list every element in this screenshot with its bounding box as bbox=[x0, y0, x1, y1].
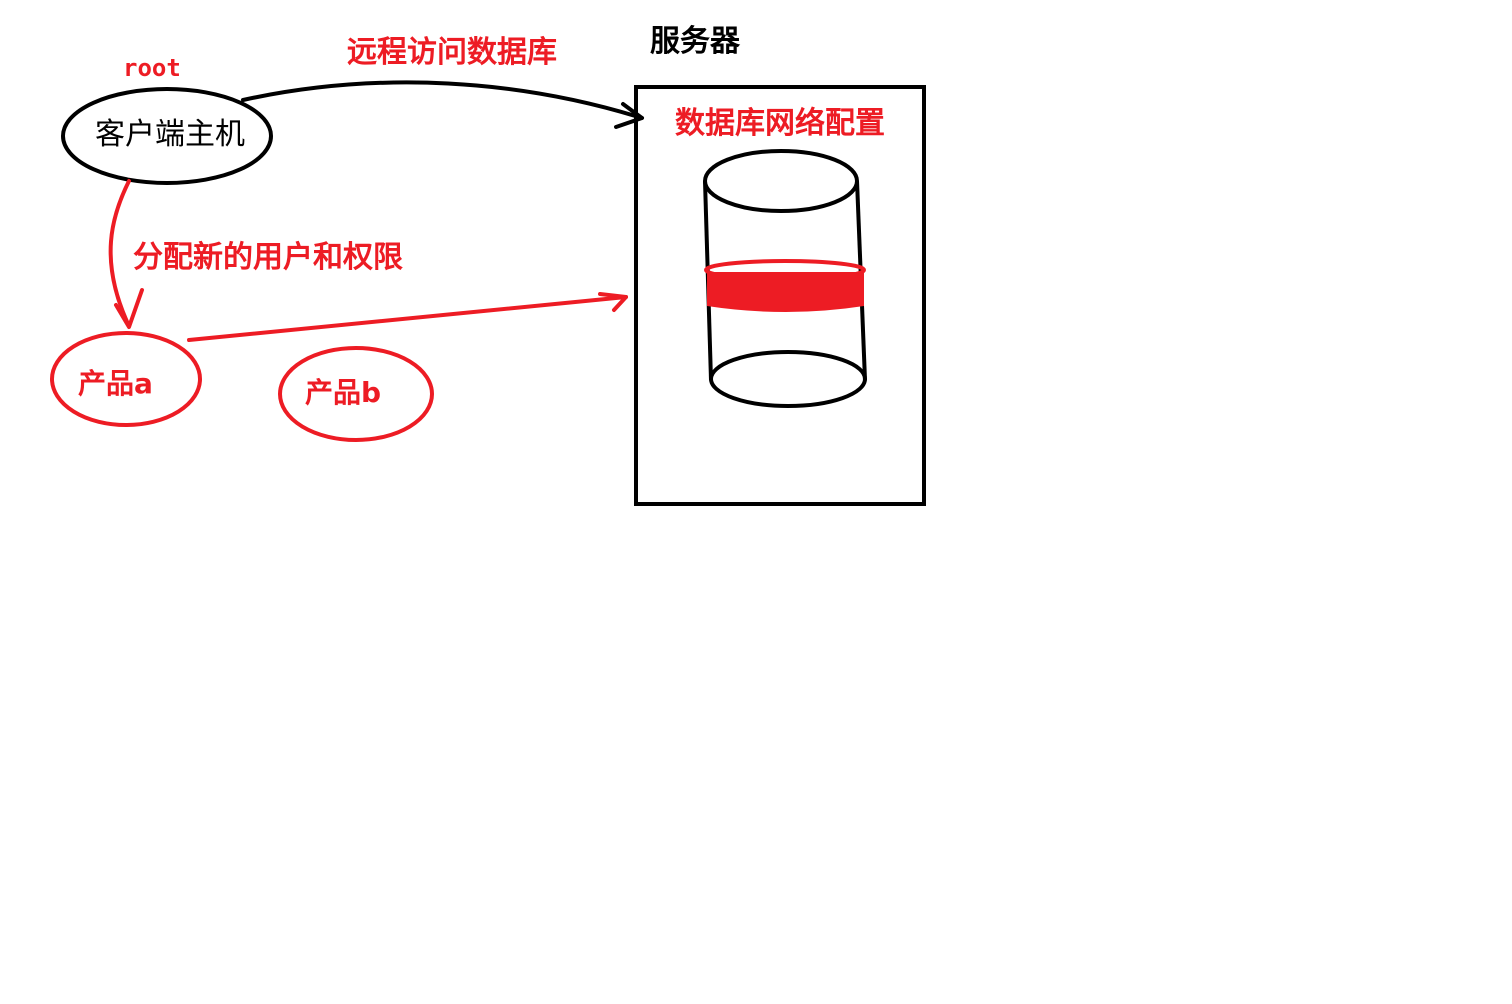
client-host-label: 客户端主机 bbox=[95, 117, 245, 152]
assign-user-arrow bbox=[108, 179, 131, 328]
product-a-access-arrow bbox=[187, 295, 628, 342]
db-network-config-label: 数据库网络配置 bbox=[675, 106, 885, 141]
assign-user-label: 分配新的用户和权限 bbox=[133, 240, 403, 275]
assign-user-arrowhead bbox=[114, 288, 144, 329]
product-a-label: 产品a bbox=[78, 367, 153, 400]
cylinder-top bbox=[703, 149, 859, 213]
database-cylinder-icon bbox=[703, 149, 867, 408]
server-title: 服务器 bbox=[650, 24, 740, 59]
remote-access-label: 远程访问数据库 bbox=[347, 35, 557, 70]
product-a-access-arrowhead bbox=[598, 292, 628, 312]
root-label: root bbox=[123, 54, 181, 82]
cylinder-bottom bbox=[709, 350, 867, 408]
remote-access-arrow bbox=[241, 80, 644, 120]
product-b-label: 产品b bbox=[305, 376, 382, 409]
